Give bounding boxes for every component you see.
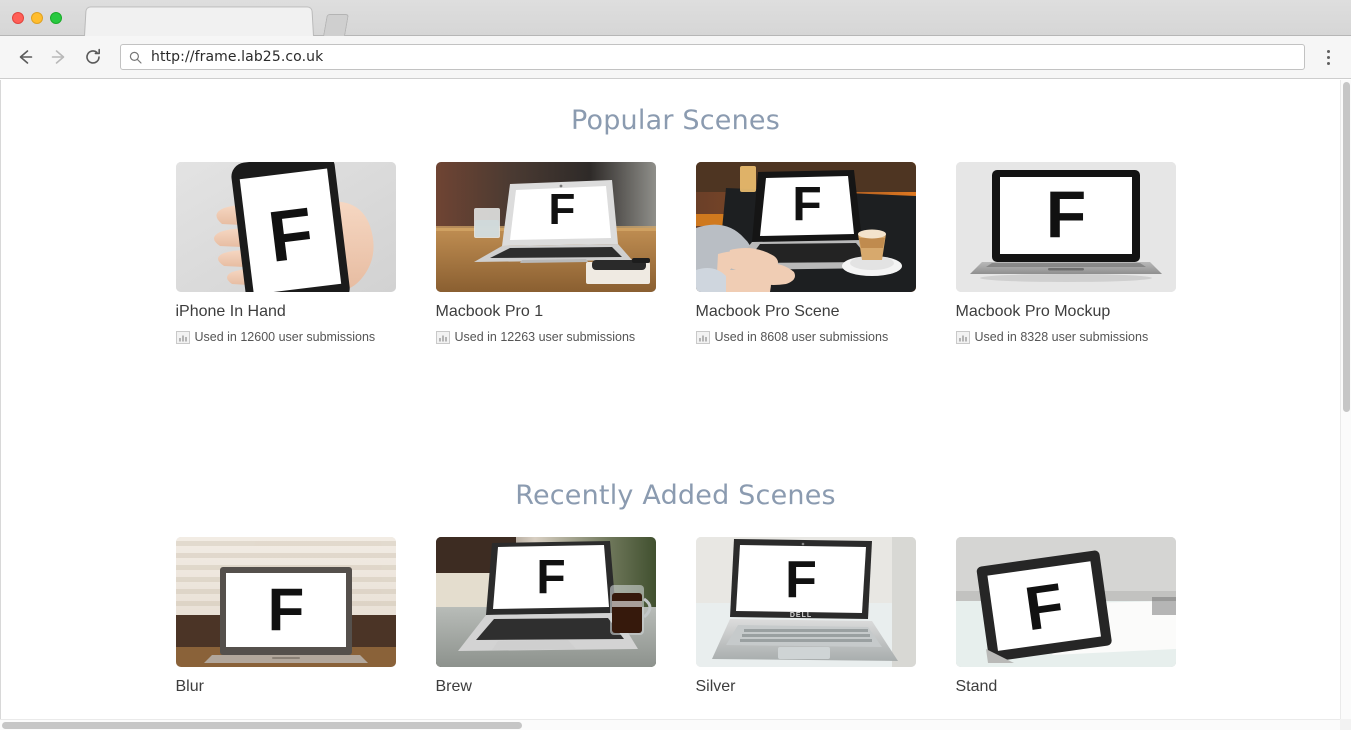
page-viewport: Popular Scenes F iPhone In Hand Used in … bbox=[0, 79, 1351, 728]
scene-card-meta-text: Used in 8608 user submissions bbox=[714, 330, 889, 344]
browser-toolbar: http://frame.lab25.co.uk bbox=[0, 36, 1351, 79]
tab-strip bbox=[0, 0, 1351, 36]
scene-card[interactable]: F iPhone In Hand Used in 12600 user subm… bbox=[175, 162, 396, 344]
scene-thumbnail-blur[interactable]: F bbox=[175, 537, 396, 667]
scene-card[interactable]: F Stand bbox=[955, 537, 1176, 697]
svg-text:F: F bbox=[785, 551, 817, 609]
scene-card[interactable]: F DELL Silver bbox=[695, 537, 916, 697]
window-controls bbox=[12, 12, 62, 24]
scene-thumbnail-macbook-pro-1[interactable]: F bbox=[435, 162, 656, 292]
bar-chart-icon bbox=[695, 330, 710, 344]
scene-thumbnail-silver[interactable]: F DELL bbox=[695, 537, 916, 667]
new-tab-button[interactable] bbox=[323, 14, 349, 36]
recently-added-scenes-grid: F Blur F Brew F DELL Silver F Stand bbox=[0, 537, 1351, 697]
scene-card-title: Brew bbox=[435, 678, 472, 695]
vertical-scrollbar-thumb[interactable] bbox=[1343, 82, 1350, 412]
scene-card-title: Macbook Pro Mockup bbox=[955, 303, 1111, 320]
scene-card[interactable]: F Macbook Pro Mockup Used in 8328 user s… bbox=[955, 162, 1176, 344]
scene-card-meta: Used in 8608 user submissions bbox=[695, 330, 916, 344]
browser-menu-button[interactable] bbox=[1315, 42, 1341, 72]
scene-card-title: Macbook Pro 1 bbox=[435, 303, 544, 320]
svg-text:F: F bbox=[536, 551, 565, 604]
svg-text:F: F bbox=[548, 185, 575, 234]
scene-thumbnail-iphone-in-hand[interactable]: F bbox=[175, 162, 396, 292]
scene-card-meta: Used in 12600 user submissions bbox=[175, 330, 396, 344]
address-bar[interactable]: http://frame.lab25.co.uk bbox=[120, 44, 1305, 70]
svg-text:F: F bbox=[792, 178, 821, 231]
horizontal-scrollbar-thumb[interactable] bbox=[2, 722, 522, 729]
horizontal-scrollbar[interactable] bbox=[0, 719, 1351, 730]
bar-chart-icon bbox=[175, 330, 190, 344]
scene-card-title: iPhone In Hand bbox=[175, 303, 286, 320]
url-text[interactable]: http://frame.lab25.co.uk bbox=[151, 49, 323, 65]
scene-thumbnail-stand[interactable]: F bbox=[955, 537, 1176, 667]
search-icon bbox=[129, 51, 142, 64]
scene-card-title: Blur bbox=[175, 678, 204, 695]
maximize-window-button[interactable] bbox=[50, 12, 62, 24]
scene-thumbnail-brew[interactable]: F bbox=[435, 537, 656, 667]
svg-text:DELL: DELL bbox=[789, 612, 811, 619]
bar-chart-icon bbox=[435, 330, 450, 344]
scene-card-meta-text: Used in 12263 user submissions bbox=[454, 330, 636, 344]
reload-button[interactable] bbox=[78, 42, 108, 72]
bar-chart-icon bbox=[955, 330, 970, 344]
minimize-window-button[interactable] bbox=[31, 12, 43, 24]
close-window-button[interactable] bbox=[12, 12, 24, 24]
scene-card[interactable]: F Macbook Pro Scene Used in 8608 user su… bbox=[695, 162, 916, 344]
kebab-dot bbox=[1326, 61, 1330, 65]
scene-card-meta: Used in 8328 user submissions bbox=[955, 330, 1176, 344]
back-button[interactable] bbox=[10, 42, 40, 72]
scrollbar-corner bbox=[1340, 719, 1351, 730]
section-title-popular-scenes: Popular Scenes bbox=[570, 105, 780, 136]
scene-card-meta-text: Used in 12600 user submissions bbox=[194, 330, 376, 344]
scene-card-title: Macbook Pro Scene bbox=[695, 303, 840, 320]
popular-scenes-grid: F iPhone In Hand Used in 12600 user subm… bbox=[0, 162, 1351, 344]
section-title-recently-added-scenes: Recently Added Scenes bbox=[515, 480, 836, 511]
tab-title bbox=[86, 7, 312, 14]
kebab-dot bbox=[1326, 55, 1330, 59]
svg-text:F: F bbox=[267, 576, 304, 643]
forward-button[interactable] bbox=[44, 42, 74, 72]
scene-card-meta: Used in 12263 user submissions bbox=[435, 330, 656, 344]
scene-card-title: Stand bbox=[955, 678, 998, 695]
browser-tab[interactable] bbox=[84, 6, 314, 36]
window-left-edge bbox=[0, 80, 1, 730]
scene-thumbnail-macbook-pro-scene[interactable]: F bbox=[695, 162, 916, 292]
scene-card-meta-text: Used in 8328 user submissions bbox=[974, 330, 1149, 344]
scene-thumbnail-macbook-pro-mockup[interactable]: F bbox=[955, 162, 1176, 292]
scene-card-title: Silver bbox=[695, 678, 736, 695]
browser-window: http://frame.lab25.co.uk Popular Scenes bbox=[0, 0, 1351, 730]
page-content: Popular Scenes F iPhone In Hand Used in … bbox=[0, 79, 1351, 697]
scene-card[interactable]: F Brew bbox=[435, 537, 656, 697]
scene-card[interactable]: F Blur bbox=[175, 537, 396, 697]
kebab-dot bbox=[1326, 49, 1330, 53]
svg-text:F: F bbox=[1045, 177, 1085, 251]
scene-card[interactable]: F Macbook Pro 1 Used in 12263 user submi… bbox=[435, 162, 656, 344]
vertical-scrollbar[interactable] bbox=[1340, 80, 1351, 730]
